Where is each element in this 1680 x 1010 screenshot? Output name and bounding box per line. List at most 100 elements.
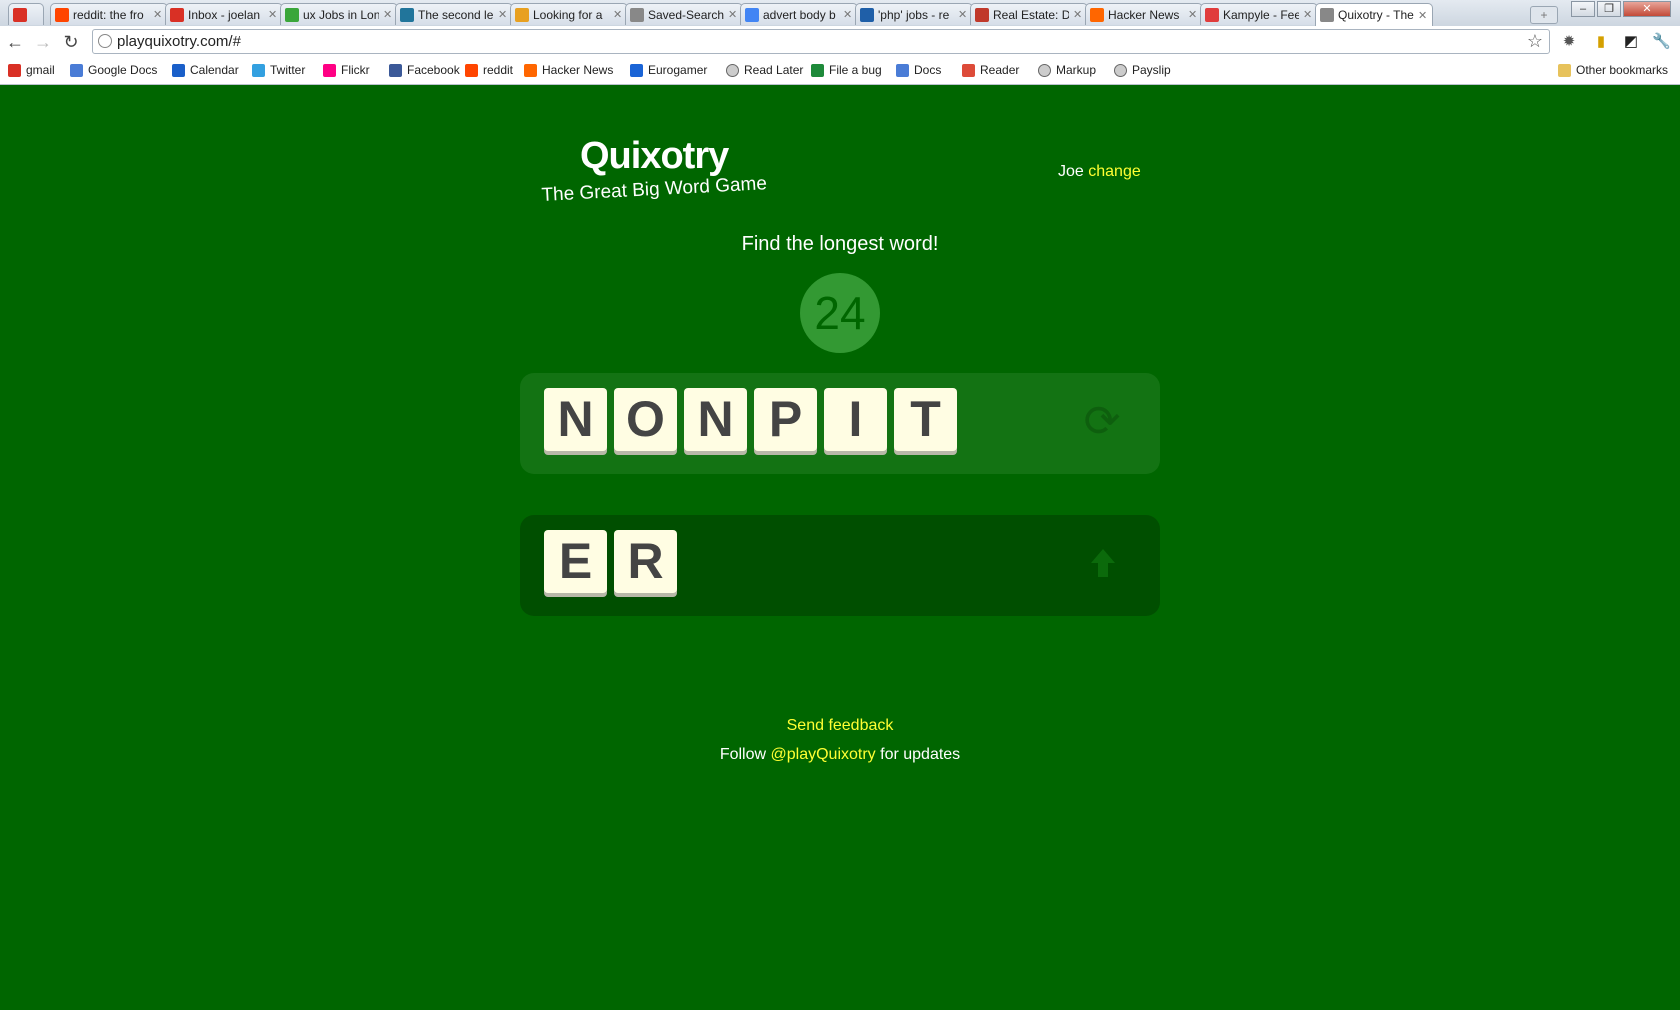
bookmark-label: Facebook: [407, 63, 460, 77]
bookmark-label: Hacker News: [542, 63, 614, 77]
calendar-icon: [172, 63, 185, 77]
bookmark-item[interactable]: File a bug: [811, 63, 882, 77]
close-tab-icon[interactable]: ✕: [153, 8, 163, 21]
shuffle-icon[interactable]: ⟳: [1080, 400, 1124, 444]
letter-tile[interactable]: I: [824, 388, 887, 451]
bookmark-label: Twitter: [270, 63, 306, 77]
extension-delicious-icon[interactable]: ◩: [1622, 33, 1640, 51]
reload-button[interactable]: ↻: [60, 31, 82, 53]
tab-title: ux Jobs in Lon: [303, 7, 379, 22]
bookmark-item[interactable]: Google Docs: [70, 63, 157, 77]
back-button[interactable]: ←: [4, 31, 26, 53]
letter-tile[interactable]: P: [754, 388, 817, 451]
close-tab-icon[interactable]: ✕: [958, 8, 968, 21]
maximize-button[interactable]: ❐: [1597, 1, 1621, 17]
bookmark-label: Reader: [980, 63, 1020, 77]
search-icon: [285, 7, 299, 22]
bookmark-label: gmail: [26, 63, 55, 77]
close-tab-icon[interactable]: ✕: [268, 8, 278, 21]
bookmark-star-icon[interactable]: ☆: [1527, 31, 1543, 52]
browser-tab[interactable]: ux Jobs in Lon ✕: [280, 3, 398, 25]
new-tab-button[interactable]: +: [1530, 6, 1558, 24]
bookmark-item[interactable]: reddit: [465, 63, 513, 77]
bookmark-label: reddit: [483, 63, 514, 77]
twitter-handle-link[interactable]: @playQuixotry: [771, 746, 876, 763]
letter-tile[interactable]: T: [894, 388, 957, 451]
word-letter-tile[interactable]: R: [614, 530, 677, 593]
bookmark-item[interactable]: gmail: [8, 63, 55, 77]
minimize-button[interactable]: –: [1571, 1, 1595, 17]
wordpress-icon: [400, 7, 414, 22]
bookmark-item[interactable]: Markup: [1038, 63, 1096, 77]
tab-title: Inbox - joelan: [188, 7, 261, 22]
bookmark-item[interactable]: Eurogamer: [630, 63, 707, 77]
close-tab-icon[interactable]: ✕: [1303, 8, 1313, 21]
browser-tab[interactable]: advert body b ✕: [740, 3, 858, 25]
close-tab-icon[interactable]: ✕: [1073, 8, 1083, 21]
submit-arrow-icon[interactable]: [1085, 545, 1121, 581]
wrench-icon[interactable]: 🔧: [1652, 33, 1671, 51]
bookmark-item[interactable]: Read Later: [726, 63, 803, 77]
close-tab-icon[interactable]: ✕: [1418, 9, 1428, 22]
tab-title: Kampyle - Fee: [1223, 7, 1299, 22]
blocked-icon: [975, 7, 989, 22]
bookmark-item[interactable]: Facebook: [389, 63, 460, 77]
browser-tab[interactable]: The second le ✕: [395, 3, 513, 25]
address-bar[interactable]: playquixotry.com/# ☆: [92, 29, 1550, 54]
bookmark-item[interactable]: Twitter: [252, 63, 305, 77]
close-tab-icon[interactable]: ✕: [498, 8, 508, 21]
forward-button[interactable]: →: [32, 31, 54, 53]
reddit-icon: [465, 63, 478, 77]
bookmark-label: Docs: [914, 63, 942, 77]
browser-tab[interactable]: gmail: [8, 3, 44, 25]
current-word-panel: ER: [520, 515, 1160, 616]
globe-icon: [630, 7, 644, 22]
close-tab-icon[interactable]: ✕: [843, 8, 853, 21]
letter-tile[interactable]: N: [684, 388, 747, 451]
browser-tab[interactable]: Saved-Search ✕: [625, 3, 743, 25]
browser-tab[interactable]: Hacker News ✕: [1085, 3, 1203, 25]
kampyle-icon: [1205, 7, 1219, 22]
facebook-icon: [389, 63, 402, 77]
bookmark-item[interactable]: Docs: [896, 63, 941, 77]
tab-title: advert body b: [763, 7, 836, 22]
extension-phone-icon[interactable]: ▮: [1592, 33, 1610, 51]
tab-title: reddit: the fro: [73, 7, 144, 22]
word-letter-tile[interactable]: E: [544, 530, 607, 593]
other-bookmarks-folder[interactable]: Other bookmarks: [1558, 63, 1668, 77]
close-tab-icon[interactable]: ✕: [613, 8, 623, 21]
browser-tab[interactable]: reddit: the fro ✕: [50, 3, 168, 25]
close-tab-icon[interactable]: ✕: [1188, 8, 1198, 21]
page-icon: [860, 7, 874, 22]
tab-title: Real Estate: D: [993, 7, 1069, 22]
browser-tab[interactable]: Kampyle - Fee ✕: [1200, 3, 1318, 25]
bookmark-item[interactable]: Flickr: [323, 63, 370, 77]
bookmark-item[interactable]: Hacker News: [524, 63, 613, 77]
close-tab-icon[interactable]: ✕: [383, 8, 393, 21]
browser-tab[interactable]: 'php' jobs - re ✕: [855, 3, 973, 25]
flickr-icon: [323, 63, 336, 77]
browser-tab[interactable]: Looking for a ✕: [510, 3, 628, 25]
change-user-link[interactable]: change: [1088, 163, 1141, 180]
countdown-timer: 24: [800, 273, 880, 353]
tab-title: Looking for a: [533, 7, 603, 22]
browser-tab[interactable]: Quixotry - The ✕: [1315, 3, 1433, 26]
letter-tile[interactable]: O: [614, 388, 677, 451]
close-window-button[interactable]: ✕: [1623, 1, 1671, 17]
extension-gear-icon[interactable]: ✹: [1560, 33, 1578, 51]
bookmark-item[interactable]: Calendar: [172, 63, 239, 77]
letter-tile[interactable]: N: [544, 388, 607, 451]
hackernews-icon: [524, 63, 537, 77]
tab-title: Hacker News: [1108, 7, 1180, 22]
bookmark-item[interactable]: Reader: [962, 63, 1019, 77]
browser-tab[interactable]: Real Estate: D ✕: [970, 3, 1088, 25]
send-feedback-link[interactable]: Send feedback: [0, 717, 1680, 735]
folder-icon: [1558, 63, 1571, 77]
user-area: Joe change: [1058, 163, 1141, 181]
close-tab-icon[interactable]: ✕: [728, 8, 738, 21]
browser-tab[interactable]: Inbox - joelan ✕: [165, 3, 283, 25]
bookmark-item[interactable]: Payslip: [1114, 63, 1171, 77]
game-title: Quixotry: [580, 135, 729, 177]
globe-icon: [1320, 8, 1334, 22]
tab-title: Quixotry - The: [1338, 8, 1414, 22]
